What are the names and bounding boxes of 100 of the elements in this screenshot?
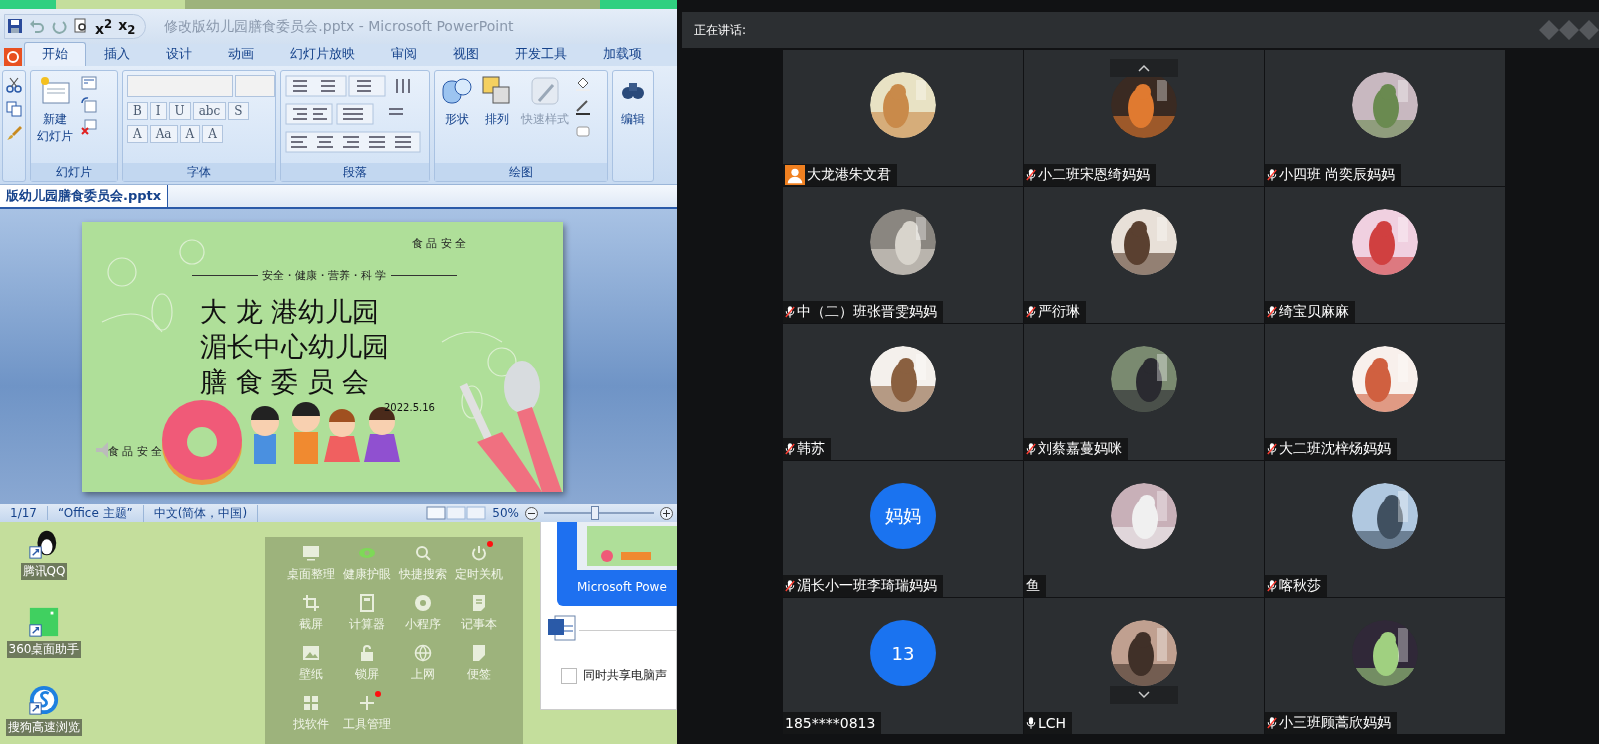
checkbox-label: 同时共享电脑声 — [583, 667, 667, 684]
chevron-down-icon — [1138, 691, 1150, 699]
new-slide-button[interactable]: 新建 幻灯片 — [35, 75, 75, 145]
format-button[interactable]: I — [149, 102, 167, 120]
format-button[interactable]: x$^{2}$ — [95, 16, 113, 37]
format-button[interactable]: x$_{2}$ — [118, 16, 136, 37]
muted-mic-icon — [1026, 168, 1036, 182]
theme-name: “Office 主题” — [47, 504, 144, 522]
grid-icon — [301, 693, 321, 713]
participant-tile[interactable]: LCH — [1024, 598, 1264, 734]
participant-name: 鱼 — [1026, 577, 1040, 595]
outline-icon[interactable] — [575, 99, 591, 115]
document-tab[interactable]: 版幼儿园膳食委员会.pptx — [0, 185, 169, 207]
window-card[interactable]: Microsoft Powe — [557, 522, 677, 606]
group-label: 字体 — [123, 163, 275, 181]
ribbon-tab[interactable]: 幻灯片放映 — [272, 42, 373, 66]
person-icon — [785, 165, 805, 185]
ribbon-tab[interactable]: 加载项 — [585, 42, 660, 66]
zoom-out-icon[interactable] — [525, 506, 538, 520]
avatar: 13 — [870, 620, 936, 686]
participant-tile[interactable]: 小四班 尚奕辰妈妈 — [1265, 50, 1505, 186]
brush-icon — [529, 75, 561, 107]
format-button[interactable]: A — [202, 125, 223, 143]
calc-icon — [357, 593, 377, 613]
zoom-in-icon[interactable] — [660, 506, 673, 520]
font-size-field[interactable] — [235, 75, 275, 97]
font-name-field[interactable] — [127, 75, 233, 97]
globe-icon — [413, 643, 433, 663]
zoom-slider[interactable] — [590, 506, 599, 520]
participant-name: 喀秋莎 — [1279, 577, 1321, 595]
drawing-button[interactable]: 排列 — [479, 75, 515, 128]
print-preview-icon[interactable] — [73, 18, 89, 35]
image-icon — [301, 643, 321, 663]
chevron-up-icon — [1138, 64, 1150, 72]
ribbon-tab[interactable]: 审阅 — [373, 42, 435, 66]
fill-icon[interactable] — [575, 75, 591, 91]
participant-name: 刘蔡嘉蔓妈咪 — [1038, 440, 1122, 458]
format-button[interactable]: abc — [192, 102, 227, 120]
participant-tile[interactable]: 小三班顾蒿欣妈妈 — [1265, 598, 1505, 734]
group-label: 绘图 — [435, 163, 607, 181]
scissors-icon[interactable] — [6, 77, 22, 93]
muted-mic-icon — [1267, 168, 1277, 182]
brush-icon[interactable] — [6, 125, 22, 141]
participant-tile[interactable]: 韩苏 — [783, 324, 1023, 460]
participant-tile[interactable]: 妈妈 湄长小一班李琦瑞妈妈 — [783, 461, 1023, 597]
ribbon-tab[interactable]: 设计 — [148, 42, 210, 66]
participant-tile[interactable]: 刘蔡嘉蔓妈咪 — [1024, 324, 1264, 460]
desktop-icon-label[interactable]: 腾讯QQ — [20, 563, 68, 580]
participant-tile[interactable]: 13 185****0813 — [783, 598, 1023, 734]
participant-name: 小四班 尚奕辰妈妈 — [1279, 166, 1396, 184]
align-buttons-icon[interactable] — [285, 131, 421, 153]
office-button-icon[interactable] — [4, 48, 22, 66]
format-button[interactable]: A — [127, 125, 148, 143]
format-button[interactable]: A — [179, 125, 201, 143]
format-button[interactable]: Aa — [149, 125, 178, 143]
format-button[interactable]: U — [168, 102, 191, 120]
participant-name: 绮宝贝麻麻 — [1279, 303, 1349, 321]
speaking-label: 正在讲话: — [694, 21, 747, 39]
copy-icon[interactable] — [6, 101, 22, 117]
participant-tile[interactable]: 大龙港朱文君 — [783, 50, 1023, 186]
participant-tile[interactable]: 严衍琳 — [1024, 187, 1264, 323]
ribbon-tab[interactable]: 开发工具 — [497, 42, 585, 66]
format-button[interactable]: S — [228, 102, 249, 120]
document-icon[interactable] — [547, 614, 577, 642]
scroll-down-button[interactable] — [1110, 686, 1178, 704]
muted-mic-icon — [1267, 579, 1277, 593]
drawing-button[interactable]: 形状 — [439, 75, 475, 128]
participant-tile[interactable]: 绮宝贝麻麻 — [1265, 187, 1505, 323]
scroll-up-button[interactable] — [1110, 59, 1178, 77]
crop-icon — [301, 593, 321, 613]
app-icon[interactable] — [28, 606, 60, 638]
participant-tile[interactable]: 小二班宋恩绮妈妈 — [1024, 50, 1264, 186]
browser-icon[interactable] — [28, 684, 60, 716]
participant-tile[interactable]: 中（二）班张晋雯妈妈 — [783, 187, 1023, 323]
search-icon — [413, 543, 433, 563]
participant-tile[interactable]: 喀秋莎 — [1265, 461, 1505, 597]
muted-mic-icon — [1267, 305, 1277, 319]
participant-name: 湄长小一班李琦瑞妈妈 — [797, 577, 937, 595]
ribbon-tab[interactable]: 动画 — [210, 42, 272, 66]
participant-tile[interactable]: 鱼 — [1024, 461, 1264, 597]
ribbon-tab[interactable]: 插入 — [86, 42, 148, 66]
desktop-icon-label[interactable]: 360桌面助手 — [6, 641, 82, 658]
muted-mic-icon — [1026, 305, 1036, 319]
layout-icon[interactable] — [81, 75, 97, 91]
desktop-icon-label[interactable]: 搜狗高速浏览 — [6, 719, 82, 736]
muted-mic-icon — [1267, 716, 1277, 730]
window-title: Microsoft Powe — [577, 580, 667, 594]
muted-mic-icon — [785, 305, 795, 319]
checkbox[interactable] — [561, 668, 577, 684]
avatar: 妈妈 — [870, 483, 936, 549]
slide-icon — [39, 75, 71, 107]
ribbon-tab[interactable]: 视图 — [435, 42, 497, 66]
mic-icon — [1026, 716, 1036, 730]
ribbon-tab[interactable]: 开始 — [24, 42, 86, 66]
delete-slide-icon[interactable] — [81, 119, 97, 135]
save-icon[interactable] — [7, 18, 23, 35]
reset-icon[interactable] — [81, 97, 97, 113]
participant-name: 韩苏 — [797, 440, 825, 458]
format-button[interactable]: B — [127, 102, 148, 120]
participant-tile[interactable]: 大二班沈梓炀妈妈 — [1265, 324, 1505, 460]
